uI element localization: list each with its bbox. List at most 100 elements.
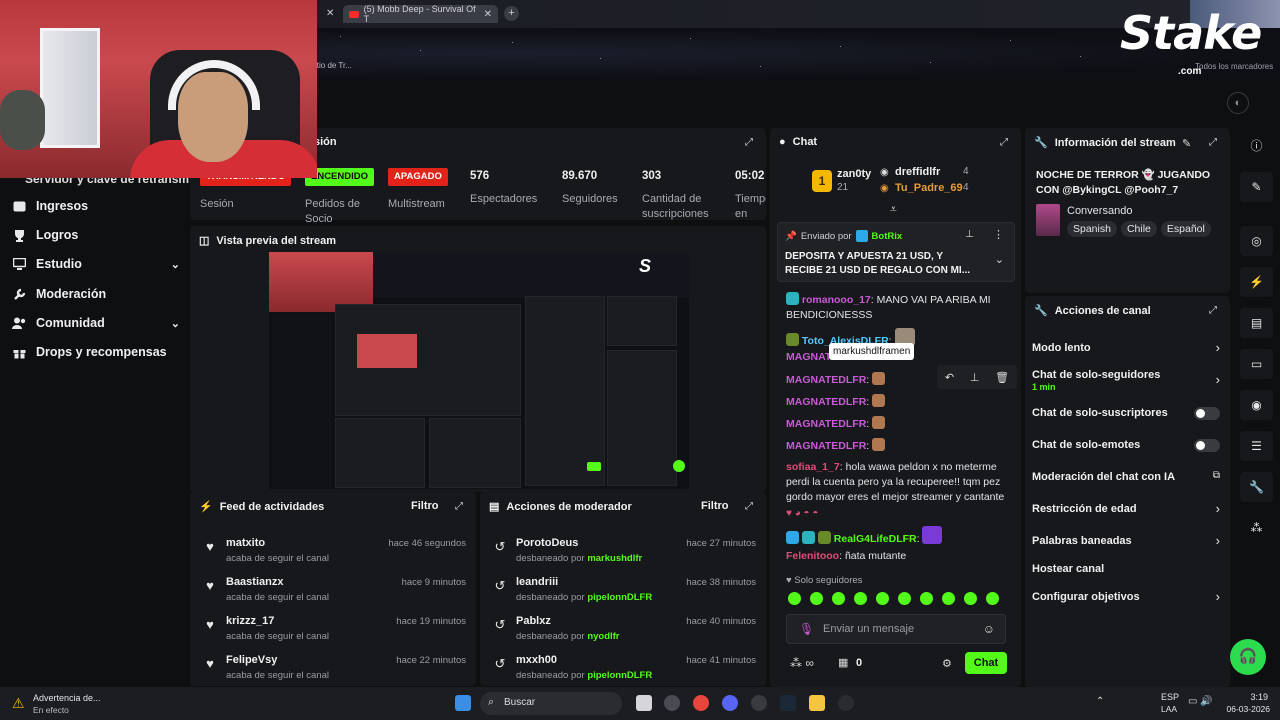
bolt-icon[interactable]: ⚡ [1240,267,1273,297]
browser-tab[interactable]: (5) Mobb Deep - Survival Of T ✕ [343,4,498,24]
chrome-icon[interactable] [693,695,709,711]
task-view-icon[interactable] [636,695,652,711]
notification-title[interactable]: Advertencia de... [33,693,101,703]
chevron-down-icon[interactable]: ⌄ [995,253,1004,266]
emote[interactable] [898,592,911,605]
mod-target[interactable]: Pablxz [516,615,551,627]
leader-name[interactable]: Tu_Padre_69 [895,182,963,194]
emote[interactable] [854,592,867,605]
pinned-message[interactable]: 📌 Enviado por BotRix ⊥ ⋮ DEPOSITA Y APUE… [777,222,1015,282]
settings-icon[interactable]: ⚙ [942,657,952,670]
chevron-right-icon[interactable]: › [1216,533,1220,548]
bot-name[interactable]: BotRix [872,231,903,242]
collapse-icon[interactable]: ⩡ [890,202,897,217]
sidebar-item-moderacion[interactable]: Moderación [12,287,106,301]
new-tab-button[interactable]: + [504,6,519,21]
action-followers-only[interactable]: Chat de solo-seguidores [1032,369,1192,381]
stream-preview-video[interactable]: S [269,252,689,489]
action-slow-mode[interactable]: Modo lento [1032,342,1222,354]
category-name[interactable]: Conversando [1067,205,1132,217]
action-host-channel[interactable]: Hostear canal [1032,563,1104,575]
emote[interactable] [986,592,999,605]
chat-username[interactable]: romanooo_17 [802,294,871,306]
community-icon[interactable]: ⁂ ∞ [790,656,814,670]
tag[interactable]: Spanish [1067,221,1117,237]
expand-icon[interactable]: ⤢ [745,137,757,149]
list-icon[interactable]: ☰ [1240,431,1273,461]
clock-time[interactable]: 3:19 [1226,692,1268,702]
expand-icon[interactable]: ⤢ [1000,137,1012,149]
leader-name[interactable]: zan0ty [837,168,871,180]
mod-user[interactable]: pipelonnDLFR [587,592,652,603]
action-emotes-only[interactable]: Chat de solo-emotes [1032,439,1140,451]
capture-icon[interactable]: ◎ [1240,226,1273,256]
media-icon[interactable] [751,695,767,711]
wrench-icon[interactable]: 🔧 [1240,472,1273,502]
sidebar-item-estudio[interactable]: Estudio ⌄ [12,257,180,271]
network-icon[interactable]: ▭ 🔊 [1188,696,1213,707]
subs-only-toggle[interactable] [1194,407,1220,420]
chevron-right-icon[interactable]: › [1216,340,1220,355]
emote[interactable] [876,592,889,605]
leader-name[interactable]: dreffidlfr [895,166,940,178]
sidebar-item-logros[interactable]: Logros [12,228,78,242]
emote[interactable] [832,592,845,605]
app-icon[interactable] [838,695,854,711]
mod-user[interactable]: nyodlfr [587,631,619,642]
chat-username[interactable]: MAGNATEDLFR [786,440,866,452]
feed-user[interactable]: matxito [226,537,265,549]
store-icon[interactable]: ▦ [838,656,848,669]
action-age-restriction[interactable]: Restricción de edad [1032,503,1137,515]
sidebar-item-drops[interactable]: Drops y recompensas [12,345,167,359]
sidebar-item-ingresos[interactable]: Ingresos [12,199,88,213]
emote[interactable] [920,592,933,605]
mod-user[interactable]: pipelonnDLFR [587,670,652,681]
feed-user[interactable]: krizzz_17 [226,615,274,627]
discord-icon[interactable] [722,695,738,711]
windows-start-icon[interactable] [455,695,471,711]
expand-icon[interactable]: ⤢ [1209,305,1221,317]
user-avatar-icon[interactable]: ◐ [1227,92,1249,114]
emotes-only-toggle[interactable] [1194,439,1220,452]
action-banned-words[interactable]: Palabras baneadas [1032,535,1132,547]
mod-target[interactable]: leandriii [516,576,558,588]
chevron-right-icon[interactable]: › [1216,372,1220,387]
filter-button[interactable]: Filtro [411,500,439,512]
emote[interactable] [942,592,955,605]
chevron-right-icon[interactable]: › [1216,501,1220,516]
bookmark-fragment[interactable]: itio de Tr... [315,61,352,70]
tag[interactable]: Chile [1120,221,1157,237]
close-tab-icon[interactable]: ✕ [484,9,492,20]
broadcast-icon[interactable]: ◉ [1240,390,1273,420]
send-chat-button[interactable]: Chat [965,652,1007,674]
document-icon[interactable]: ▤ [1240,308,1273,338]
chat-username[interactable]: MAGNATEDLFR [786,374,866,386]
microphone-icon[interactable]: 🎙 [799,622,814,636]
emoji-icon[interactable]: ☺ [983,622,995,636]
bookmarks-label[interactable]: Todos los marcadores [1195,62,1273,71]
chat-username[interactable]: RealG4LifeDLFR [834,533,917,545]
filter-button[interactable]: Filtro [701,500,729,512]
app-icon[interactable] [664,695,680,711]
sidebar-item-comunidad[interactable]: Comunidad ⌄ [12,316,180,330]
edit-icon[interactable]: ✎ [1240,172,1273,202]
taskbar-search[interactable]: ⌕ Buscar [480,692,622,715]
chat-bubble-icon[interactable]: ▭ [1240,349,1273,379]
support-headset-icon[interactable]: 🎧 [1230,639,1266,675]
action-subs-only[interactable]: Chat de solo-suscriptores [1032,407,1168,419]
edit-icon[interactable]: ✎ [1182,137,1191,150]
chat-username[interactable]: Felenitooo [786,550,839,562]
chat-input[interactable]: 🎙 Enviar un mensaje ☺ [786,614,1006,644]
expand-icon[interactable]: ⤢ [745,501,757,513]
emote[interactable] [810,592,823,605]
language-code[interactable]: ESP [1161,692,1179,702]
pin-icon[interactable]: ⊥ [970,371,980,384]
chevron-right-icon[interactable]: › [1216,589,1220,604]
folder-icon[interactable] [809,695,825,711]
reply-icon[interactable]: ↶ [945,371,954,384]
steam-icon[interactable] [780,695,796,711]
pin-icon[interactable]: ⊥ [965,229,974,240]
community-icon[interactable]: ⁂ [1240,513,1273,543]
mod-target[interactable]: PorotoDeus [516,537,578,549]
action-ai-moderation[interactable]: Moderación del chat con IA [1032,471,1175,483]
